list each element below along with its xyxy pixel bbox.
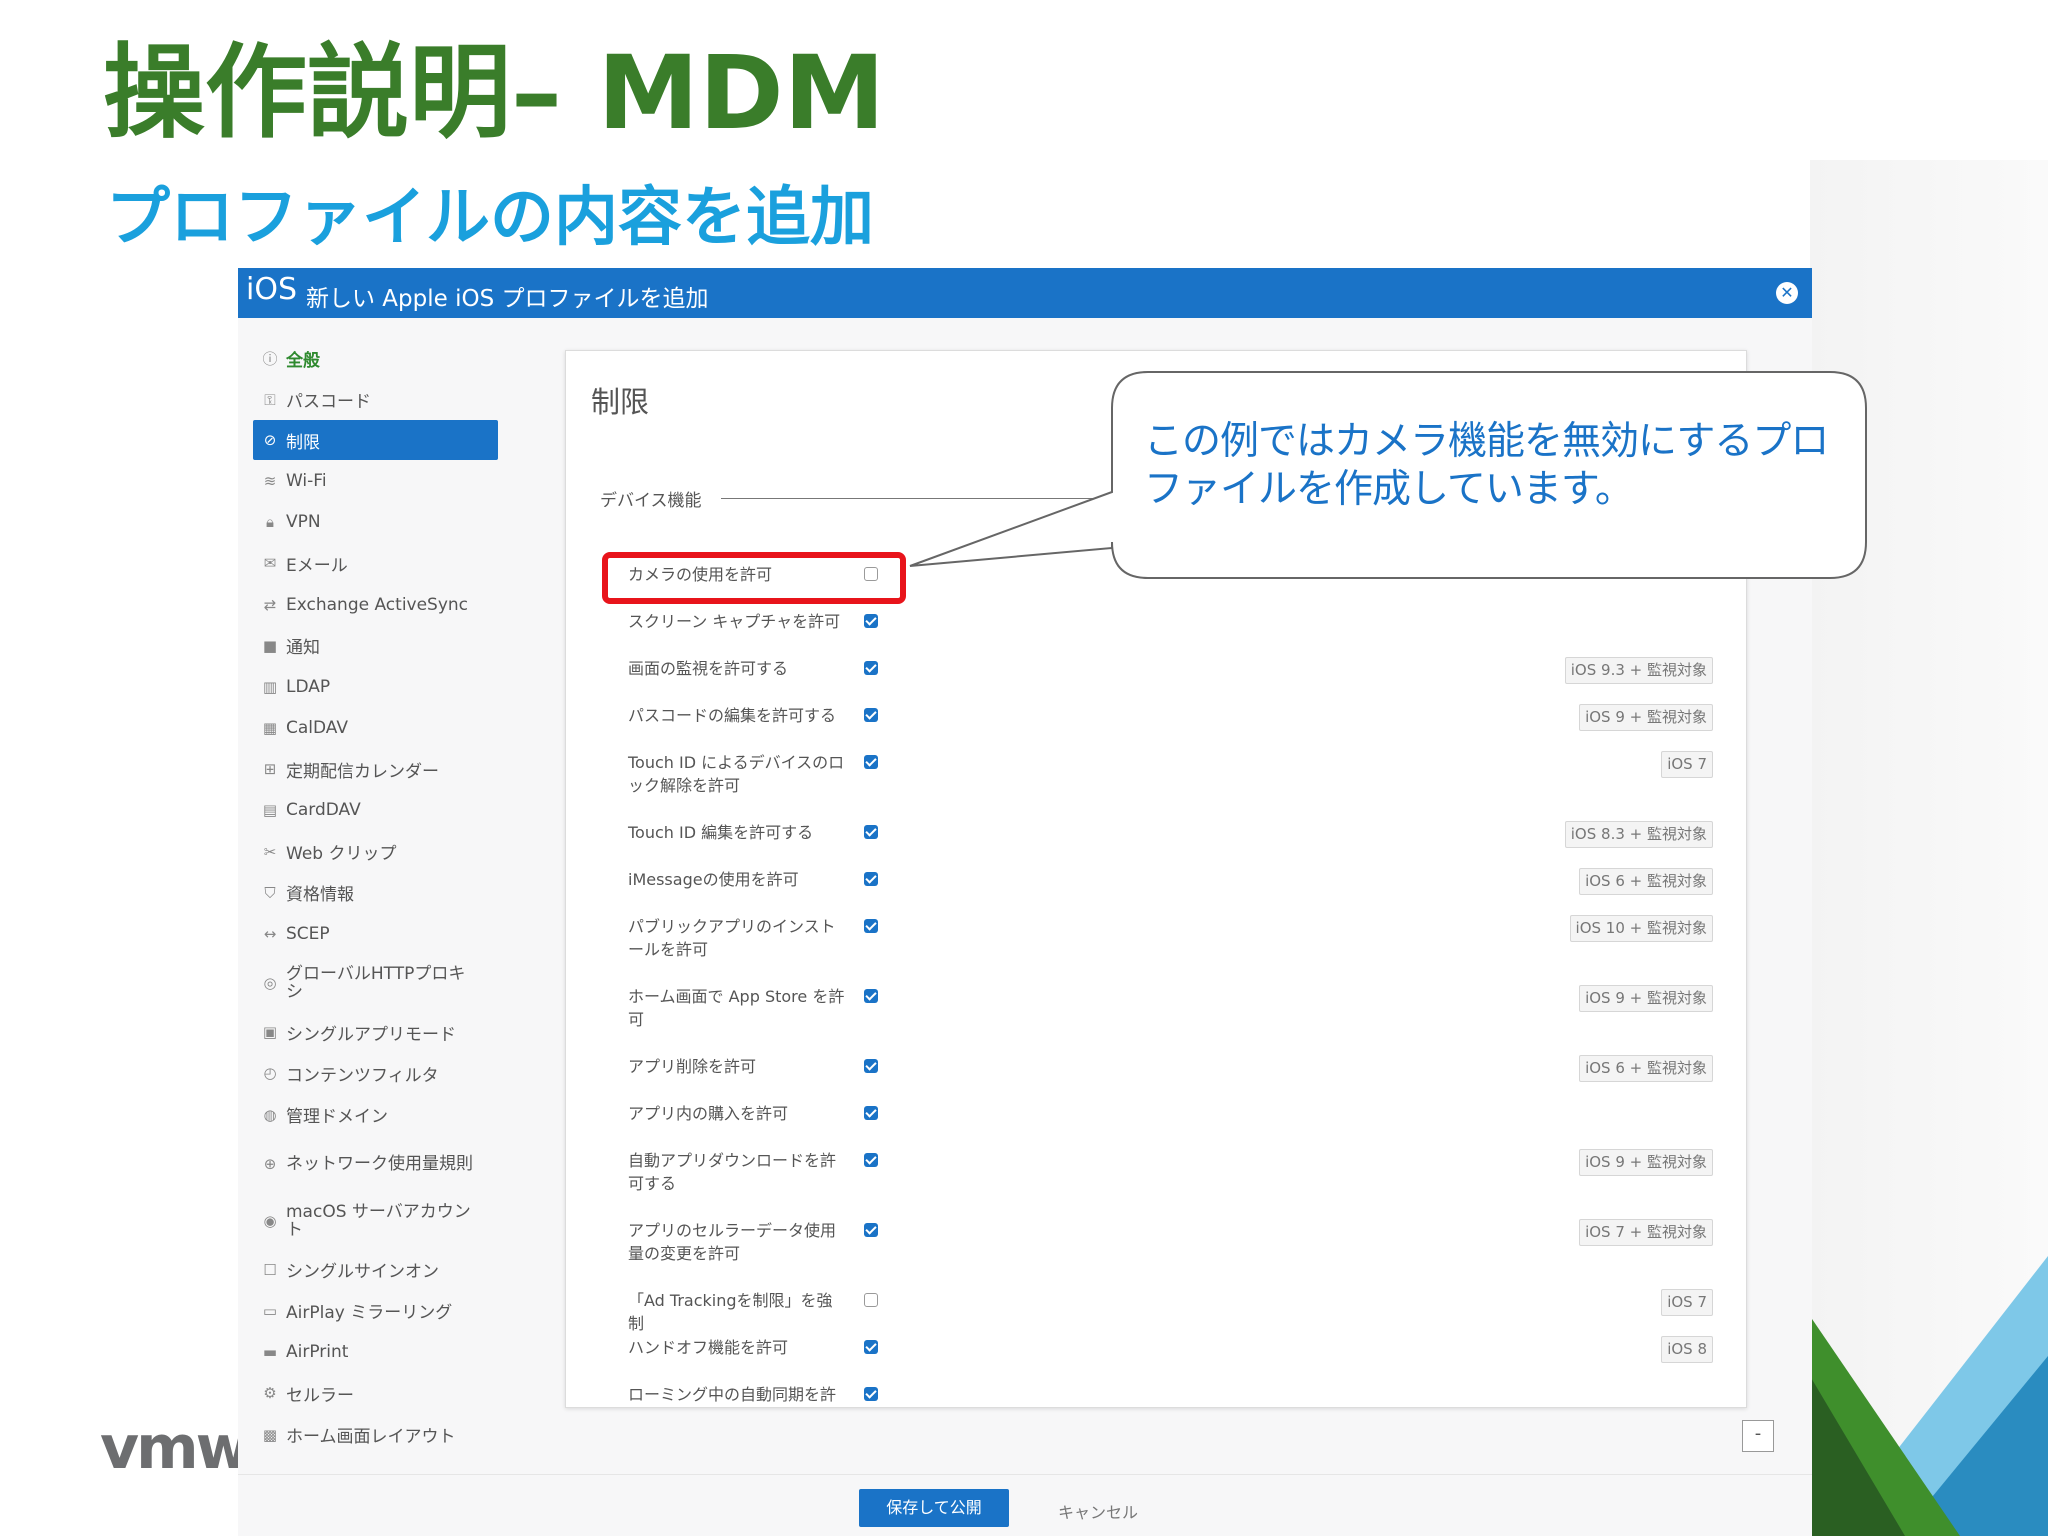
callout-text: この例ではカメラ機能を無効にするプロファイルを作成しています。 bbox=[1144, 419, 1829, 512]
callout-bubble bbox=[909, 371, 1867, 579]
